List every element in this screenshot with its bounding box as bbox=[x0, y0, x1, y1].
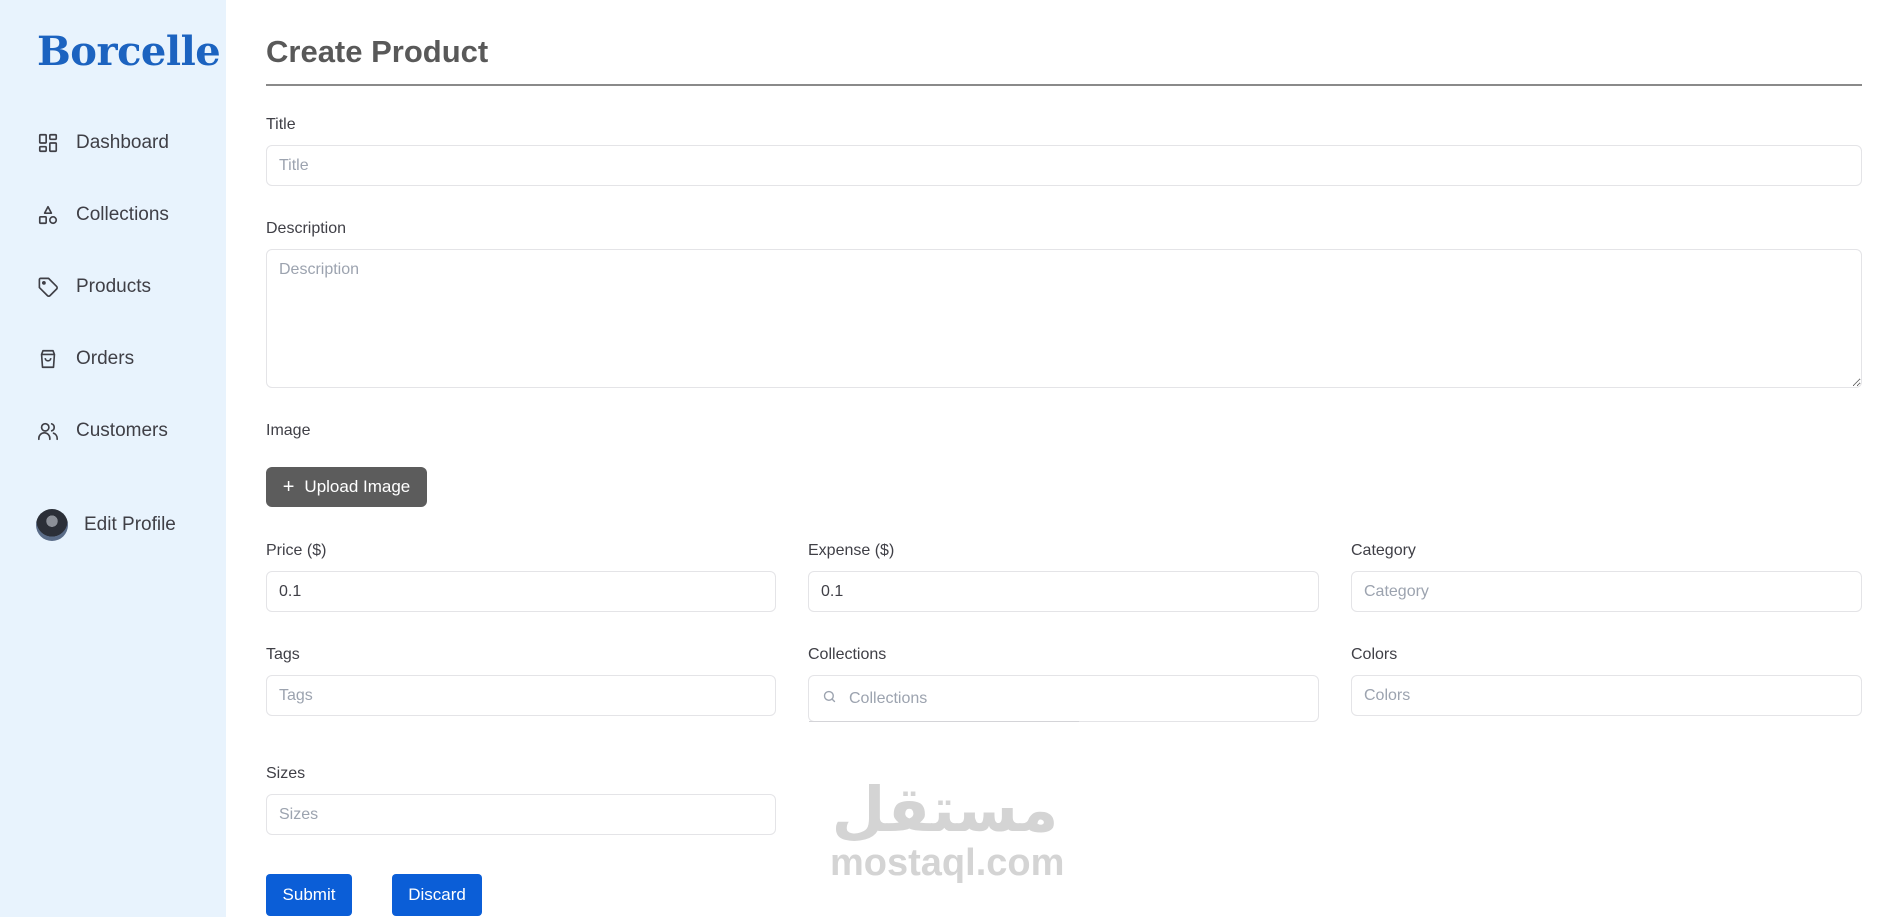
sidebar-item-orders[interactable]: Orders bbox=[36, 343, 134, 375]
sidebar-item-products[interactable]: Products bbox=[36, 271, 151, 303]
submit-button[interactable]: Submit bbox=[266, 874, 352, 916]
collections-multiselect[interactable] bbox=[808, 675, 1319, 722]
image-label: Image bbox=[266, 422, 311, 439]
watermark-arabic: مستقل bbox=[831, 776, 1059, 845]
price-input[interactable] bbox=[266, 571, 776, 612]
watermark: مستقل mostaql.com bbox=[830, 776, 1065, 884]
plus-icon: + bbox=[282, 476, 295, 498]
collections-input-underline bbox=[809, 721, 1079, 722]
users-icon bbox=[36, 419, 60, 443]
colors-input[interactable] bbox=[1351, 675, 1862, 716]
expense-input[interactable] bbox=[808, 571, 1319, 612]
title-label: Title bbox=[266, 116, 296, 133]
sidebar: Borcelle Dashboard Collections Products … bbox=[0, 0, 226, 917]
sidebar-item-label: Products bbox=[76, 276, 151, 297]
upload-image-button[interactable]: + Upload Image bbox=[266, 467, 427, 507]
edit-profile-link[interactable]: Edit Profile bbox=[36, 509, 176, 541]
category-label: Category bbox=[1351, 542, 1416, 559]
shopping-bag-icon bbox=[36, 347, 60, 371]
sidebar-item-customers[interactable]: Customers bbox=[36, 415, 168, 447]
sidebar-item-label: Customers bbox=[76, 420, 168, 441]
sizes-label: Sizes bbox=[266, 765, 306, 782]
colors-label: Colors bbox=[1351, 646, 1398, 663]
sidebar-item-dashboard[interactable]: Dashboard bbox=[36, 127, 169, 159]
avatar bbox=[36, 509, 68, 541]
price-label: Price ($) bbox=[266, 542, 327, 559]
sidebar-item-label: Collections bbox=[76, 204, 169, 225]
collections-label: Collections bbox=[808, 646, 887, 663]
upload-image-label: Upload Image bbox=[304, 477, 411, 496]
discard-button[interactable]: Discard bbox=[392, 874, 482, 916]
search-icon bbox=[822, 689, 837, 709]
edit-profile-label: Edit Profile bbox=[84, 514, 176, 535]
collections-search-input[interactable] bbox=[847, 688, 1311, 709]
expense-label: Expense ($) bbox=[808, 542, 895, 559]
category-input[interactable] bbox=[1351, 571, 1862, 612]
shapes-icon bbox=[36, 203, 60, 227]
sidebar-item-label: Dashboard bbox=[76, 132, 169, 153]
title-input[interactable] bbox=[266, 145, 1862, 186]
dashboard-icon bbox=[36, 131, 60, 155]
sidebar-item-label: Orders bbox=[76, 348, 135, 369]
tags-input[interactable] bbox=[266, 675, 776, 716]
page-title: Create Product bbox=[266, 34, 489, 69]
app-root: Borcelle Dashboard Collections Products … bbox=[0, 0, 1892, 917]
sizes-input[interactable] bbox=[266, 794, 776, 835]
tags-label: Tags bbox=[266, 646, 300, 663]
description-label: Description bbox=[266, 220, 347, 237]
brand-logo[interactable]: Borcelle bbox=[37, 28, 221, 75]
sidebar-item-collections[interactable]: Collections bbox=[36, 199, 169, 231]
tag-icon bbox=[36, 275, 60, 299]
title-divider bbox=[266, 84, 1862, 86]
description-textarea[interactable] bbox=[266, 249, 1862, 388]
watermark-text: mostaql.com bbox=[830, 842, 1065, 884]
